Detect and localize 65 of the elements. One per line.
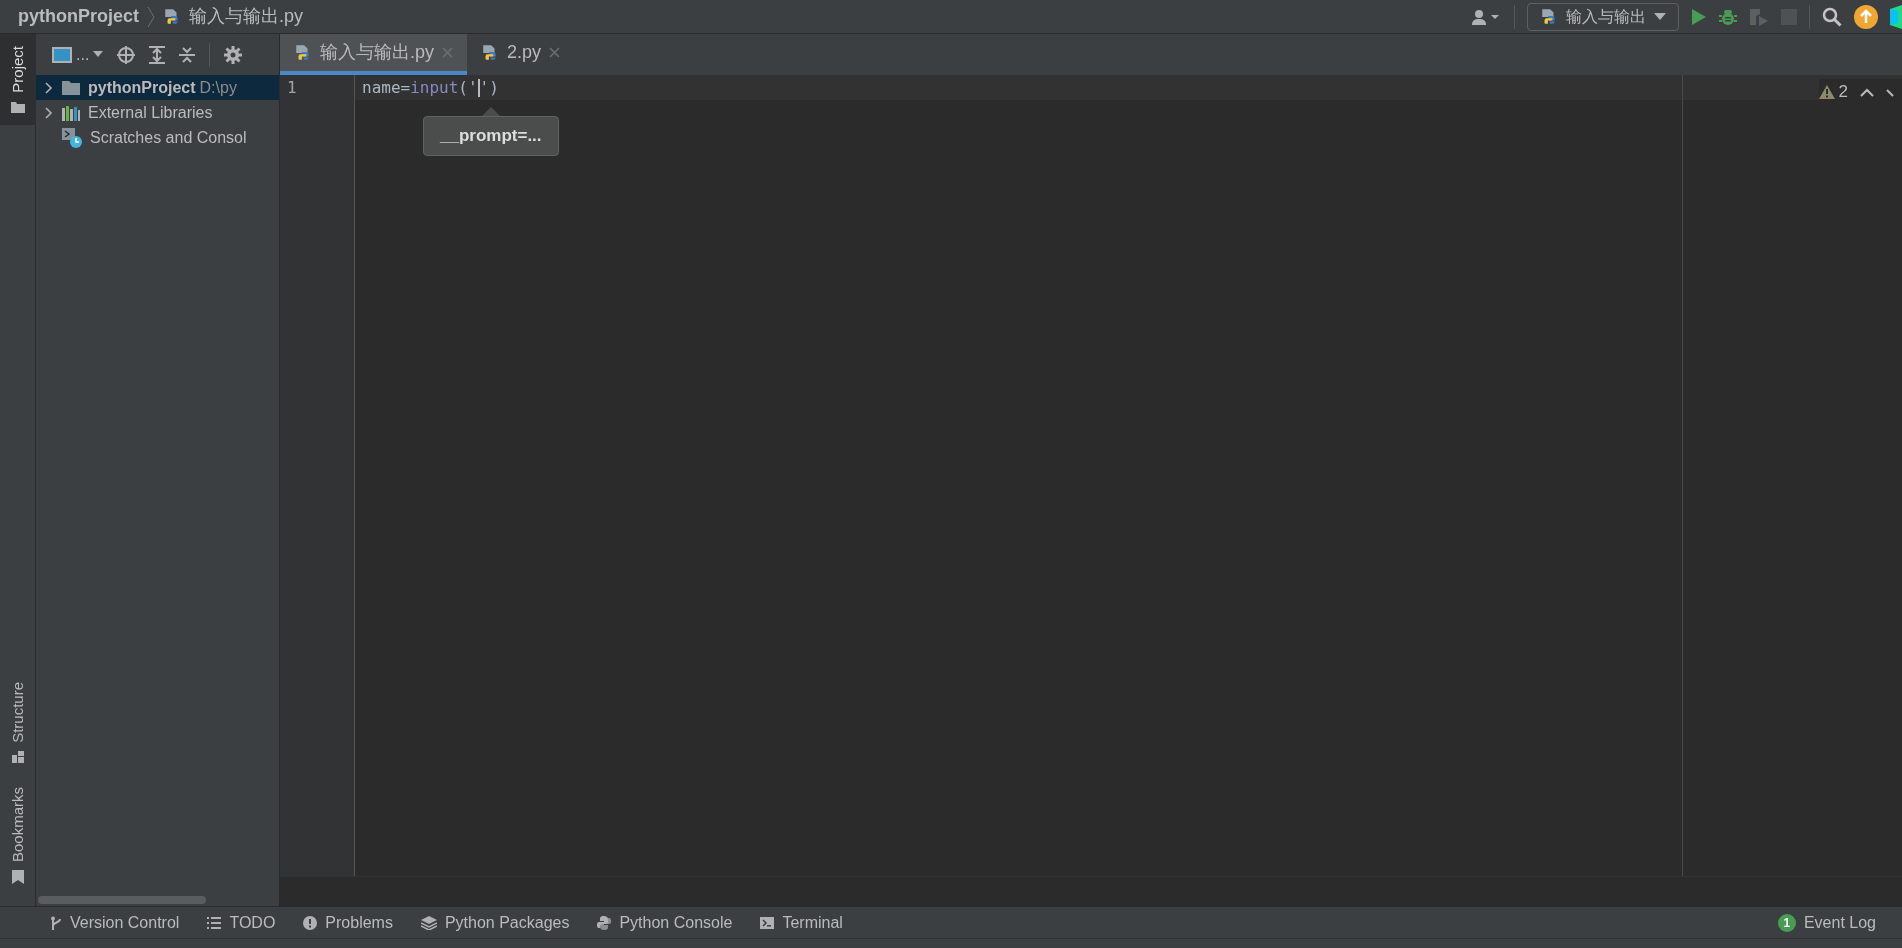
tool-window-tab[interactable]: Bookmarks [0,774,36,896]
search-icon[interactable] [1822,6,1842,27]
folder-icon [11,100,25,113]
tab-label: 2.py [507,41,542,64]
text-cursor [477,78,480,97]
warning-count: 2 [1838,81,1848,104]
branch-icon [50,915,62,930]
python-icon [1540,7,1558,26]
tool-window-tab[interactable]: Project [0,34,36,125]
tree-item[interactable]: Scratches and Consol [36,125,279,150]
list-icon [207,916,222,929]
editor-tab[interactable]: 2.py [467,34,575,75]
bookmark-icon [12,870,24,884]
scrollbar[interactable] [38,896,206,904]
tree-item-label: Scratches and Consol [90,127,247,148]
warning-icon[interactable] [1818,85,1835,99]
user-icon[interactable] [1472,8,1502,25]
python-icon [597,915,612,930]
folder-icon [62,80,80,95]
run-icon[interactable] [1691,7,1707,26]
scratches-icon [62,127,82,148]
tree-item[interactable]: External Libraries [36,100,279,125]
editor-tab[interactable]: 输入与输出.py [280,34,467,75]
layers-icon [420,915,437,930]
settings-icon[interactable] [224,45,243,64]
expand-all-icon[interactable] [149,45,166,64]
tool-window-button[interactable]: Version Control [50,910,180,935]
tool-window-button[interactable]: Python Packages [420,910,570,935]
terminal-icon [760,916,775,929]
chevron-down-icon[interactable] [1886,87,1894,97]
tool-window-button[interactable]: TODO [207,910,276,935]
event-log-button[interactable]: 1 Event Log [1777,910,1876,935]
python-file-icon [481,43,499,62]
tool-window-button[interactable]: Python Console [597,910,733,935]
caret-icon [1654,12,1666,21]
tool-window-tab[interactable]: Structure [0,670,36,775]
chevron-up-icon[interactable] [1860,87,1874,97]
breadcrumb-item[interactable]: pythonProject [18,3,139,30]
update-icon[interactable] [1854,4,1878,29]
event-count-badge: 1 [1777,913,1796,932]
tree-item-label: External Libraries [88,102,213,123]
chevron-right-icon[interactable] [45,81,53,94]
library-icon [62,104,80,121]
locate-icon[interactable] [117,45,136,64]
tool-window-button[interactable]: Problems [303,910,393,935]
chevron-right-icon[interactable] [45,106,53,119]
breadcrumb-item[interactable]: 输入与输出.py [189,3,304,30]
caret-icon [93,51,104,58]
exclamation-icon [303,915,318,930]
collapse-all-icon[interactable] [179,45,196,64]
python-file-icon [294,43,312,62]
view-mode-dropdown[interactable]: ... [52,42,104,67]
ide-logo-icon[interactable] [1890,4,1902,29]
python-file-icon [163,7,181,26]
tree-item[interactable]: pythonProject D:\py [36,75,279,100]
structure-icon [12,750,24,763]
window-icon [52,46,72,63]
tool-window-button[interactable]: Terminal [760,910,843,935]
breadcrumb-separator-icon [147,5,155,28]
tree-item-label: pythonProject [88,77,196,98]
line-number: 1 [286,76,298,99]
tab-label: 输入与输出.py [320,41,434,64]
bug-icon[interactable] [1719,7,1737,26]
tree-item-path: D:\py [199,77,237,98]
run-configuration-dropdown[interactable]: 输入与输出 [1527,2,1679,31]
